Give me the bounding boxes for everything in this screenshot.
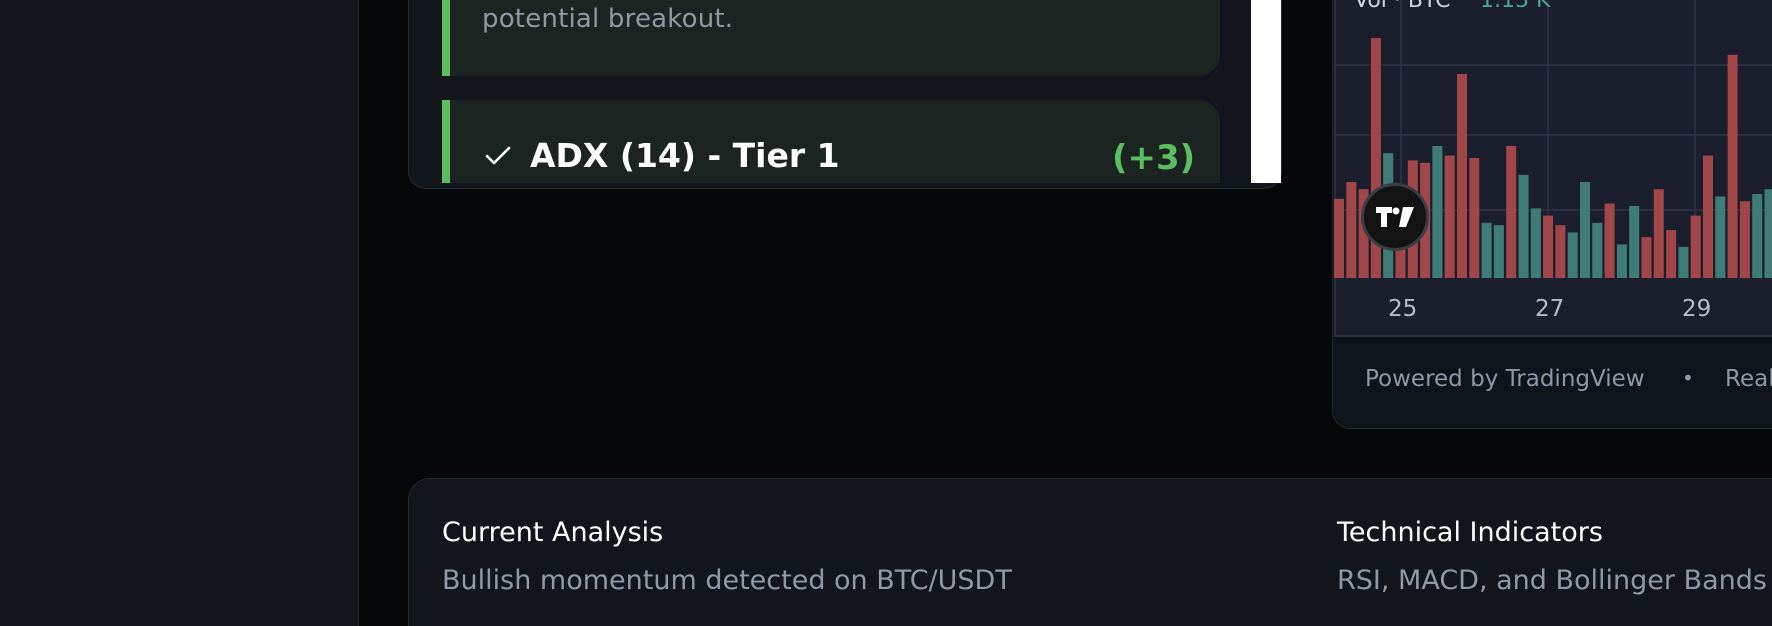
scrollbar[interactable] [1251,0,1281,183]
current-analysis-text: Bullish momentum detected on BTC/USDT [442,565,1012,596]
sidebar [0,0,359,626]
volume-bar [1334,198,1344,278]
volume-bar [1481,222,1492,278]
volume-bar [1703,155,1713,278]
tradingview-logo-icon[interactable] [1361,183,1429,251]
signal-score: (+3) [1112,138,1196,178]
tradingview-logo-glyph [1376,207,1414,227]
volume-bar [1629,206,1640,278]
volume-label: Vol · BTC [1354,0,1451,13]
volume-bar [1604,203,1615,278]
volume-bar [1641,237,1652,278]
volume-bar [1580,182,1590,278]
signal-description: potential breakout. [482,4,734,34]
technical-indicators-title: Technical Indicators [1337,517,1603,548]
check-icon [485,146,511,165]
volume-bar [1530,208,1541,278]
separator-dot: • [1682,366,1694,390]
volume-bar [1715,196,1726,278]
volume-bar [1518,174,1529,278]
volume-bar [1543,215,1554,278]
volume-bar [1739,201,1750,278]
volume-bar [1493,225,1504,278]
volume-bar [1616,244,1627,278]
volume-bar [1457,74,1467,278]
volume-bar [1432,146,1443,278]
volume-bar [1653,189,1664,278]
x-tick: 25 [1388,296,1418,322]
volume-value: 1.13 K [1480,0,1551,13]
signal-title: ADX (14) - Tier 1 [530,136,840,175]
volume-bar [1506,146,1517,278]
volume-bar [1346,182,1357,278]
volume-bar [1555,225,1566,278]
volume-bar [1727,54,1738,278]
volume-bar [1469,158,1480,278]
volume-bar [1764,189,1772,278]
x-tick: 29 [1682,296,1712,322]
volume-bar [1444,155,1455,278]
x-tick: 27 [1535,296,1565,322]
technical-indicators-text: RSI, MACD, and Bollinger Bands a [1337,565,1772,596]
current-analysis-title: Current Analysis [442,517,664,548]
volume-bar [1567,232,1578,278]
powered-by-link[interactable]: Powered by TradingView [1365,366,1645,392]
realtime-label: Real [1725,366,1772,392]
volume-bar [1690,215,1701,278]
volume-bar [1666,230,1677,278]
analysis-card [408,478,1772,626]
volume-bar [1678,246,1689,278]
volume-bar [1592,222,1603,278]
volume-bar [1752,194,1763,278]
